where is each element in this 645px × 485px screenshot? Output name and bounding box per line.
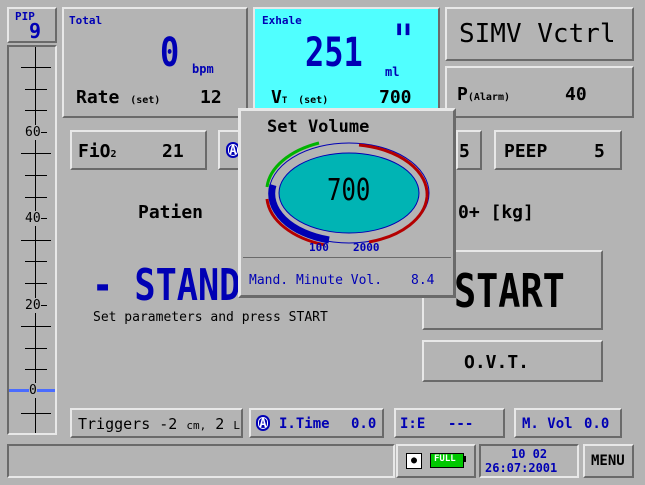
peep-label: PEEP	[504, 141, 548, 162]
gauge-tick	[25, 283, 47, 284]
dialog-footer-value: 8.4	[411, 273, 435, 288]
gauge-label-40: 40	[25, 211, 41, 226]
clock-display: 10 02 26:07:2001	[479, 444, 579, 478]
gauge-tick	[21, 67, 51, 68]
ovt-button-label: O.V.T.	[464, 352, 530, 373]
gauge-tick	[25, 261, 47, 262]
power-plug-icon: ●	[406, 453, 422, 469]
start-button-label: START	[454, 264, 565, 318]
menu-button-label: MENU	[591, 453, 625, 469]
mvol-label: M. Vol	[522, 416, 573, 432]
gauge-tick	[25, 197, 47, 198]
triggers-panel[interactable]: Triggers -2 cm, 2 L	[70, 408, 243, 438]
fio2-panel[interactable]: FiO2 21	[70, 130, 207, 170]
vt-set-value: 700	[379, 87, 412, 108]
gauge-tick	[25, 348, 47, 349]
alarm-pressure-label: P(Alarm)	[457, 84, 510, 105]
gauge-tick	[21, 153, 51, 154]
itime-panel[interactable]: A I.Time 0.0	[249, 408, 384, 438]
hidden-param-panel[interactable]: 5	[456, 130, 482, 170]
menu-button[interactable]: MENU	[583, 444, 634, 478]
clock-time: 10 02	[511, 447, 548, 461]
itime-value: 0.0	[351, 416, 377, 432]
gauge-tick	[25, 175, 47, 176]
exhale-volume-value: 251	[305, 30, 363, 76]
gauge-tick	[25, 89, 47, 90]
total-rate-unit: bpm	[192, 62, 214, 76]
gauge-label-0: 0	[29, 383, 37, 398]
dialog-divider	[243, 257, 451, 258]
mode-label: SIMV Vctrl	[459, 19, 616, 49]
vt-set-label: VT (set)	[271, 87, 329, 108]
total-rate-panel[interactable]: Total 0 bpm Rate (set) 12	[62, 7, 248, 118]
clock-date: 26:07:2001	[485, 461, 558, 475]
ie-label: I:E	[400, 416, 426, 432]
power-status: ● FULL	[396, 444, 476, 478]
ovt-button[interactable]: O.V.T.	[422, 340, 603, 382]
gauge-tick	[25, 110, 47, 111]
triggers-value: Triggers -2 cm, 2 L	[78, 415, 240, 433]
battery-label: FULL	[434, 454, 456, 464]
peep-panel[interactable]: PEEP 5	[494, 130, 622, 170]
ie-value: ---	[448, 416, 474, 432]
hidden-param-value: 5	[459, 141, 470, 162]
pip-display: PIP 9	[7, 7, 57, 43]
exhale-panel[interactable]: Exhale ❚❚ 251 ml VT (set) 700	[253, 7, 440, 118]
gauge-tick	[21, 413, 51, 414]
gauge-tick	[25, 369, 47, 370]
ie-panel[interactable]: I:E ---	[394, 408, 505, 438]
pip-value: 9	[29, 19, 42, 43]
dialog-footer-label: Mand. Minute Vol.	[249, 273, 383, 288]
peep-value: 5	[594, 141, 605, 162]
battery-tip-icon	[463, 456, 466, 462]
pause-icon: ❚❚	[395, 21, 412, 37]
exhale-label: Exhale	[262, 14, 302, 27]
alarm-pressure-value: 40	[565, 84, 587, 105]
gauge-tick	[21, 326, 51, 327]
mvol-panel[interactable]: M. Vol 0.0	[514, 408, 622, 438]
total-label: Total	[69, 14, 103, 27]
standby-hint: Set parameters and press START	[93, 310, 328, 325]
rate-set-label: Rate (set)	[76, 87, 161, 108]
status-message-bar	[7, 444, 395, 478]
gauge-label-60: 60	[25, 125, 41, 140]
patient-label: Patien	[138, 202, 204, 223]
total-rate-value: 0	[160, 30, 180, 76]
mvol-value: 0.0	[584, 416, 610, 432]
dial-max-label: 2000	[353, 241, 380, 254]
fio2-value: 21	[162, 141, 184, 162]
exhale-volume-unit: ml	[385, 65, 400, 79]
gauge-tick	[21, 240, 51, 241]
itime-auto-icon: A	[256, 415, 270, 431]
pressure-gauge: 60 40 20 0	[7, 45, 57, 435]
fio2-label: FiO2	[78, 141, 117, 162]
rate-set-value: 12	[200, 87, 222, 108]
set-volume-dialog: Set Volume 700 100 2000 Mand. Minute Vol…	[238, 108, 456, 298]
dialog-title: Set Volume	[267, 117, 370, 137]
itime-label: I.Time	[279, 416, 330, 432]
dialog-value: 700	[327, 173, 371, 208]
gauge-label-20: 20	[25, 298, 41, 313]
mode-panel[interactable]: SIMV Vctrl	[445, 7, 634, 61]
dial-min-label: 100	[309, 241, 329, 254]
patient-weight: 0+ [kg]	[458, 202, 534, 223]
alarm-pressure-panel[interactable]: P(Alarm) 40	[445, 66, 634, 118]
